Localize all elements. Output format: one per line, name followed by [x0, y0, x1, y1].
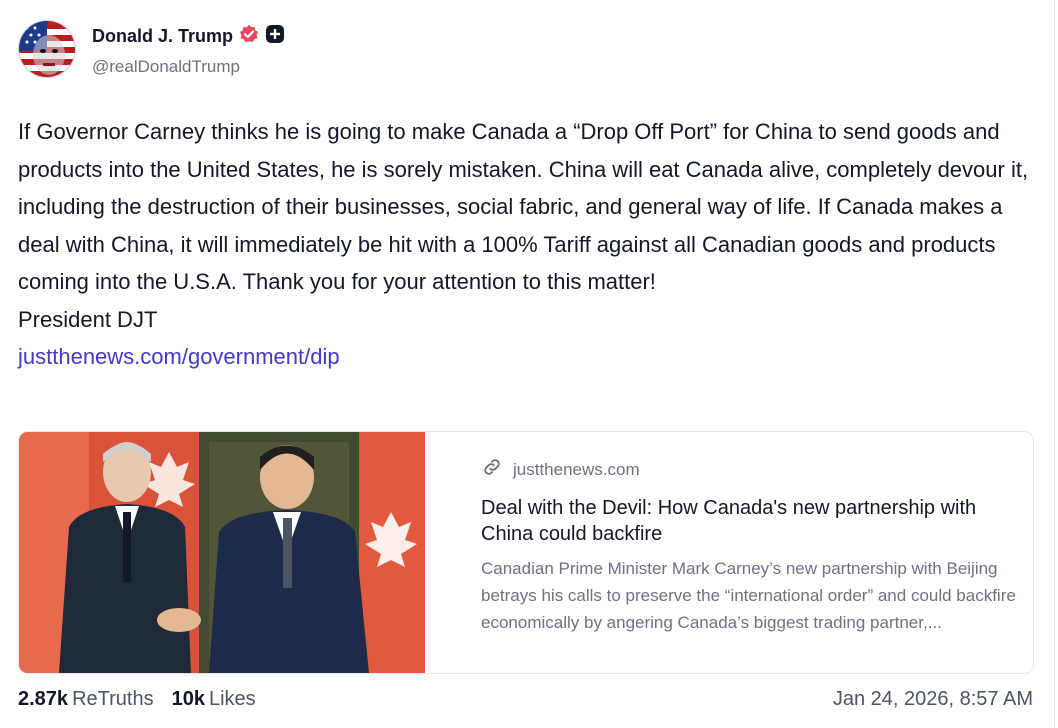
likes-stat[interactable]: 10k Likes	[172, 688, 256, 711]
post-link[interactable]: justthenews.com/government/dip	[18, 344, 340, 369]
plus-badge-icon	[265, 24, 285, 49]
likes-count: 10k	[171, 688, 205, 710]
link-preview-title[interactable]: Deal with the Devil: How Canada's new pa…	[481, 495, 1021, 547]
likes-label: Likes	[208, 688, 256, 710]
link-preview-card[interactable]: justthenews.com Deal with the Devil: How…	[18, 431, 1034, 674]
avatar[interactable]	[18, 20, 76, 78]
link-preview-domain: justthenews.com	[513, 459, 640, 479]
right-border	[1054, 0, 1055, 728]
post-signature: President DJT	[18, 306, 158, 332]
retruths-stat[interactable]: 2.87k ReTruths	[18, 688, 154, 711]
link-preview-image[interactable]	[19, 432, 425, 673]
retruths-label: ReTruths	[72, 688, 154, 710]
link-preview-description: Canadian Prime Minister Mark Carney’s ne…	[481, 559, 1016, 632]
post-timestamp[interactable]: Jan 24, 2026, 8:57 AM	[833, 688, 1033, 711]
post-header: Donald J. Trump @realDonaldTrump	[18, 20, 285, 78]
link-icon	[481, 456, 503, 483]
post-text: If Governor Carney thinks he is going to…	[18, 119, 1029, 294]
post-body: If Governor Carney thinks he is going to…	[18, 113, 1043, 376]
author-name[interactable]: Donald J. Trump	[92, 26, 233, 47]
verified-badge-icon	[239, 24, 259, 49]
link-preview-info: justthenews.com Deal with the Devil: How…	[425, 432, 1021, 673]
retruths-count: 2.87k	[18, 688, 69, 710]
post-footer: 2.87k ReTruths 10k Likes Jan 24, 2026, 8:5…	[18, 688, 1033, 711]
author-handle[interactable]: @realDonaldTrump	[92, 57, 285, 77]
